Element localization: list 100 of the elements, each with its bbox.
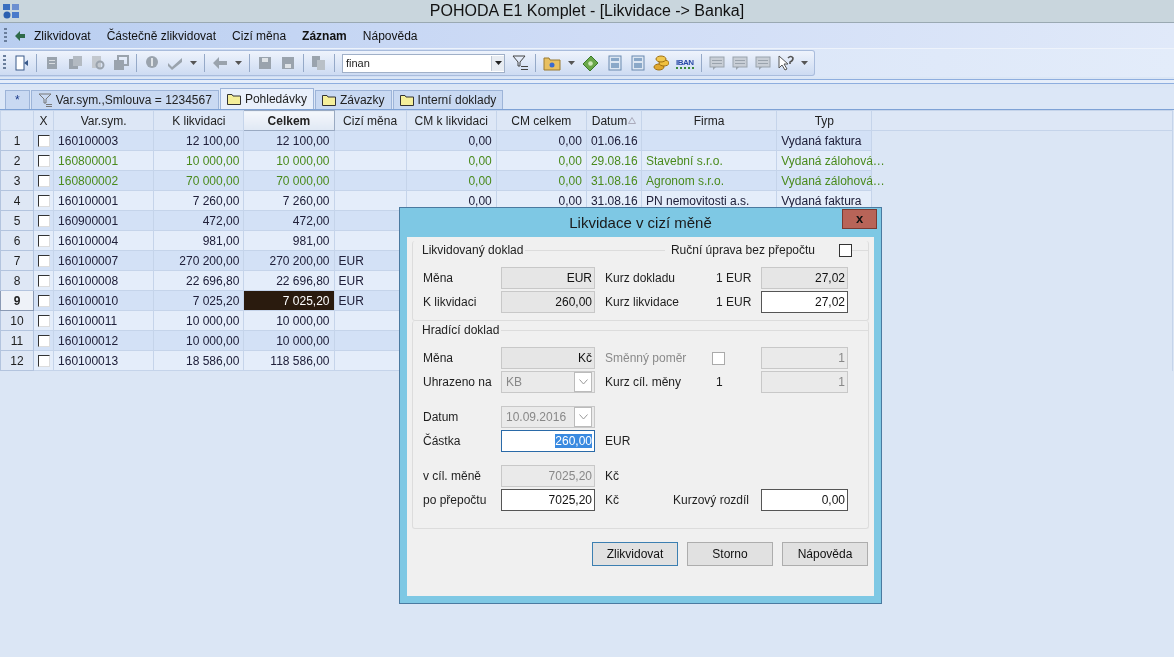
table-cell: EUR: [338, 273, 364, 288]
menu-item[interactable]: Zlikvidovat: [28, 26, 97, 45]
input-field[interactable]: 0,00: [761, 489, 848, 511]
field-label: v cíl. měně: [423, 469, 483, 483]
table-cell: EUR: [338, 253, 364, 268]
tab[interactable]: Var.sym.,Smlouva = 1234567: [30, 90, 219, 109]
caret-icon[interactable]: [190, 61, 197, 65]
door-icon[interactable]: [13, 55, 29, 71]
checkbox[interactable]: [38, 294, 51, 307]
menu-item[interactable]: Částečně zlikvidovat: [100, 26, 223, 45]
help-cursor-icon[interactable]: [777, 55, 794, 71]
menu-item[interactable]: Cizí měna: [226, 26, 293, 45]
window-title: POHODA E1 Komplet - [Likvidace -> Banka]: [429, 2, 745, 20]
table-cell: 0,00: [468, 193, 492, 208]
column-header[interactable]: Cizí měna: [334, 110, 407, 131]
table-cell: 0,00: [558, 193, 582, 208]
tab[interactable]: Interní doklady: [392, 90, 504, 109]
checkbox[interactable]: [38, 134, 51, 147]
checkbox[interactable]: [839, 243, 852, 257]
tab[interactable]: Pohledávky: [219, 88, 314, 109]
table-cell: 31.08.16: [590, 193, 638, 208]
folder-icon[interactable]: [543, 55, 561, 71]
column-header[interactable]: Datum: [586, 110, 642, 131]
table-cell: 7 260,00: [282, 193, 330, 208]
folder-icon: [321, 94, 336, 106]
checkbox[interactable]: [38, 274, 51, 287]
checkbox[interactable]: [38, 254, 51, 267]
checkbox[interactable]: [38, 334, 51, 347]
row-header[interactable]: 7: [0, 250, 34, 271]
checkbox[interactable]: [38, 154, 51, 167]
dialog-button[interactable]: Nápověda: [782, 542, 868, 566]
checkbox[interactable]: [712, 351, 725, 365]
column-header[interactable]: K likvidaci: [153, 110, 244, 131]
table-cell: 160100003: [58, 133, 119, 148]
row-header[interactable]: 2: [0, 150, 34, 171]
filter-icon[interactable]: [512, 55, 528, 71]
filter-combo[interactable]: finan: [342, 53, 505, 73]
input-field[interactable]: 260,00: [501, 291, 595, 313]
checkbox[interactable]: [38, 314, 51, 327]
column-header[interactable]: Var.sym.: [53, 110, 154, 131]
input-field[interactable]: 27,02: [761, 267, 848, 289]
row-header[interactable]: 11: [0, 330, 34, 351]
menu-item[interactable]: Nápověda: [356, 26, 424, 45]
caret-icon[interactable]: [235, 61, 242, 65]
checkbox[interactable]: [38, 354, 51, 367]
table-cell: Stavební s.r.o.: [646, 153, 723, 168]
tab[interactable]: Závazky: [314, 90, 392, 109]
field-label: Datum: [423, 410, 460, 424]
column-header[interactable]: Firma: [641, 110, 777, 131]
coins-icon[interactable]: [653, 55, 669, 71]
caret-icon[interactable]: [568, 61, 575, 65]
field-label: Kč: [605, 493, 619, 507]
row-header[interactable]: 3: [0, 170, 34, 191]
checkbox[interactable]: [38, 234, 51, 247]
table-cell: 981,00: [292, 233, 330, 248]
input-field[interactable]: 260,00: [501, 430, 595, 452]
checkmark-icon[interactable]: [167, 55, 183, 71]
column-header[interactable]: CM celkem: [496, 110, 587, 131]
row-header[interactable]: 4: [0, 190, 34, 211]
checkbox[interactable]: [38, 194, 51, 207]
row-header[interactable]: 10: [0, 310, 34, 331]
table-cell: Vydaná faktura: [781, 193, 862, 208]
table-cell: 70 000,00: [276, 173, 330, 188]
row-header[interactable]: 9: [0, 290, 34, 311]
tab[interactable]: *: [5, 90, 30, 109]
input-field[interactable]: EUR: [501, 267, 595, 289]
caret-icon[interactable]: [800, 61, 808, 65]
folder-icon: [399, 94, 414, 106]
dialog-button[interactable]: Zlikvidovat: [592, 542, 678, 566]
sort-icon: [628, 117, 637, 125]
iban-button[interactable]: IBAN: [676, 57, 694, 69]
column-header[interactable]: Celkem: [243, 110, 334, 131]
table-cell: 160800001: [58, 153, 119, 168]
table-cell: 22 696,80: [276, 273, 330, 288]
field-label: Uhrazeno na: [423, 375, 493, 389]
column-header[interactable]: CM k likvidaci: [406, 110, 497, 131]
arrow-left-icon[interactable]: [14, 29, 26, 42]
table-cell: Vydaná faktura: [781, 133, 862, 148]
close-button[interactable]: x: [842, 209, 877, 229]
table-cell: 01.06.16: [590, 133, 638, 148]
row-header[interactable]: 5: [0, 210, 34, 231]
field-label: Směnný poměr: [605, 351, 688, 365]
row-header[interactable]: 12: [0, 350, 34, 371]
table-cell: 160100004: [58, 233, 119, 248]
field-label: Kurz cíl. měny: [605, 375, 683, 389]
column-header[interactable]: Typ: [776, 110, 872, 131]
row-header[interactable]: 6: [0, 230, 34, 251]
table-cell: 70 000,00: [186, 173, 240, 188]
column-header[interactable]: X: [33, 110, 54, 131]
menu-item[interactable]: Záznam: [296, 26, 353, 45]
checkbox[interactable]: [38, 214, 51, 227]
checkbox[interactable]: [38, 174, 51, 187]
input-field[interactable]: 27,02: [761, 291, 848, 313]
field-label: po přepočtu: [423, 493, 488, 507]
row-header[interactable]: 1: [0, 130, 34, 151]
caret-icon[interactable]: [494, 61, 502, 65]
input-field[interactable]: 7025,20: [501, 489, 595, 511]
input-field[interactable]: Kč: [501, 347, 595, 369]
dialog-button[interactable]: Storno: [687, 542, 773, 566]
row-header[interactable]: 8: [0, 270, 34, 291]
